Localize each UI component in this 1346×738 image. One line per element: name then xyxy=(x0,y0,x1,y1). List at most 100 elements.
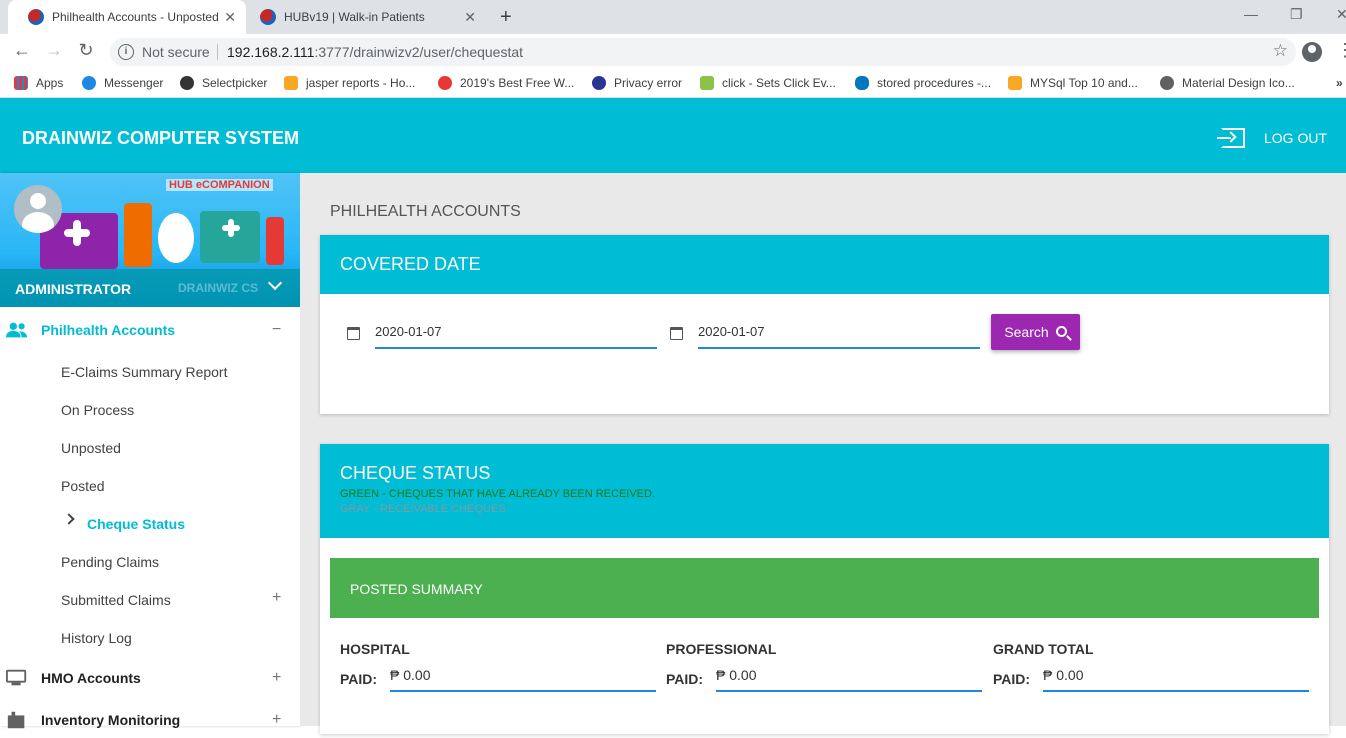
bookmark-privacy-error[interactable]: Privacy error xyxy=(592,76,682,90)
browser-tab[interactable]: HUBv19 | Walk-in Patients ✕ xyxy=(246,0,486,34)
close-icon[interactable]: ✕ xyxy=(464,9,476,26)
illustration-detail xyxy=(73,220,81,246)
messenger-icon xyxy=(82,76,96,90)
hub-favicon-icon xyxy=(260,9,276,25)
main-content: PHILHEALTH ACCOUNTS COVERED DATE Search … xyxy=(300,173,1346,734)
sidebar-item-submitted-claims[interactable]: Submitted Claims xyxy=(61,592,171,608)
calendar-icon xyxy=(347,327,360,340)
professional-paid-field[interactable]: ₱ 0.00 xyxy=(716,664,982,692)
window-close-icon[interactable]: ✕ xyxy=(1336,6,1346,23)
sidebar-item-eclaims-summary[interactable]: E-Claims Summary Report xyxy=(61,364,227,380)
logout-button[interactable]: LOG OUT xyxy=(1264,130,1327,146)
menu-group-philhealth[interactable]: Philhealth Accounts − xyxy=(0,312,300,348)
url-host: 192.168.2.111 xyxy=(227,44,315,60)
search-button[interactable]: Search xyxy=(991,314,1080,350)
bookmark-mysql[interactable]: MYSql Top 10 and... xyxy=(1008,76,1138,90)
search-button-label: Search xyxy=(1004,324,1049,340)
bookmark-messenger[interactable]: Messenger xyxy=(82,76,163,90)
browser-menu-icon[interactable]: ⋮ xyxy=(1336,40,1346,61)
calendar-icon xyxy=(670,327,683,340)
sidebar: HUB eCOMPANION ADMINISTRATOR DRAINWIZ CS… xyxy=(0,173,300,729)
hospital-paid-field[interactable]: ₱ 0.00 xyxy=(390,664,656,692)
expand-icon[interactable]: + xyxy=(272,669,281,687)
bookmark-selectpicker[interactable]: Selectpicker xyxy=(180,76,267,90)
user-banner: HUB eCOMPANION ADMINISTRATOR DRAINWIZ CS xyxy=(0,173,300,307)
logout-icon[interactable] xyxy=(1217,128,1245,148)
restore-icon[interactable]: ❐ xyxy=(1290,6,1303,23)
bookmark-click[interactable]: click - Sets Click Ev... xyxy=(700,76,836,90)
info-icon[interactable]: i xyxy=(118,44,134,60)
illustration-detail xyxy=(228,219,234,237)
expand-icon[interactable]: + xyxy=(272,589,281,607)
more-bookmarks-icon[interactable]: » xyxy=(1336,76,1343,90)
legend-gray: GRAY - RECEIVABLE CHEQUES. xyxy=(340,503,509,515)
bookmark-free-w[interactable]: 2019's Best Free W... xyxy=(438,76,574,90)
bookmark-material-icons[interactable]: Material Design Ico... xyxy=(1160,76,1295,90)
app-header: DRAINWIZ COMPUTER SYSTEM LOG OUT xyxy=(0,98,1346,173)
professional-paid-label: PAID: xyxy=(666,671,704,687)
sidebar-item-posted[interactable]: Posted xyxy=(61,478,105,494)
stackoverflow-icon xyxy=(1008,76,1022,90)
card-title: CHEQUE STATUS xyxy=(340,463,491,483)
menu-group-hmo[interactable]: HMO Accounts + xyxy=(0,660,300,696)
account-icon[interactable] xyxy=(1302,42,1322,62)
bookmark-label: Privacy error xyxy=(614,76,683,90)
syringe-illustration xyxy=(266,217,284,265)
tab-title: HUBv19 | Walk-in Patients xyxy=(284,10,425,24)
sidebar-item-unposted[interactable]: Unposted xyxy=(61,440,121,456)
grand-total-paid-value: ₱ 0.00 xyxy=(1043,667,1084,683)
github-icon xyxy=(180,76,194,90)
bookmark-jasper[interactable]: jasper reports - Ho... xyxy=(284,76,415,90)
divider xyxy=(217,44,218,60)
url-path: :3777/drainwizv2/user/chequestat xyxy=(314,44,524,60)
close-icon[interactable]: ✕ xyxy=(224,9,236,26)
menu-group-label: Philhealth Accounts xyxy=(41,322,176,338)
date-to-input[interactable] xyxy=(698,315,980,349)
legend-green: GREEN - CHEQUES THAT HAVE ALREADY BEEN R… xyxy=(340,488,656,500)
sidebar-item-on-process[interactable]: On Process xyxy=(61,402,134,418)
apps-grid-icon xyxy=(14,76,28,90)
bookmark-label: Messenger xyxy=(104,76,164,90)
user-role: ADMINISTRATOR xyxy=(15,281,132,297)
bookmark-apps[interactable]: Apps xyxy=(14,76,63,90)
forward-arrow-icon[interactable]: → xyxy=(42,40,66,61)
grand-total-paid-field[interactable]: ₱ 0.00 xyxy=(1043,664,1309,692)
address-bar[interactable]: i Not secure 192.168.2.111:3777/drainwiz… xyxy=(110,38,1296,66)
sidebar-item-history-log[interactable]: History Log xyxy=(61,630,132,646)
avatar xyxy=(14,185,62,233)
bookmark-star-icon[interactable]: ☆ xyxy=(1273,41,1288,61)
date-from-input[interactable] xyxy=(375,315,657,349)
browser-tab-strip: Philhealth Accounts - Unposted ✕ HUBv19 … xyxy=(0,0,1346,34)
posted-summary-header: POSTED SUMMARY xyxy=(330,558,1319,618)
bookmark-stored-procedures[interactable]: stored procedures -... xyxy=(855,76,991,90)
minimize-icon[interactable]: — xyxy=(1244,6,1258,22)
sidebar-item-cheque-status[interactable]: Cheque Status xyxy=(87,516,185,532)
reload-icon[interactable]: ↻ xyxy=(74,40,98,61)
professional-paid-value: ₱ 0.00 xyxy=(716,667,757,683)
search-icon xyxy=(1055,325,1067,337)
app-title: DRAINWIZ COMPUTER SYSTEM xyxy=(22,128,299,148)
page-title: PHILHEALTH ACCOUNTS xyxy=(330,203,521,220)
computer-icon xyxy=(6,669,27,686)
globe-icon xyxy=(1160,76,1174,90)
collapse-icon[interactable]: − xyxy=(272,321,281,339)
menu-group-inventory[interactable]: Inventory Monitoring + xyxy=(0,702,300,738)
cheque-status-card: CHEQUE STATUS GREEN - CHEQUES THAT HAVE … xyxy=(320,444,1329,734)
back-arrow-icon[interactable]: ← xyxy=(10,40,34,61)
posted-summary-title: POSTED SUMMARY xyxy=(350,581,483,597)
url-text[interactable]: 192.168.2.111:3777/drainwizv2/user/chequ… xyxy=(227,44,523,60)
chevron-right-icon xyxy=(63,513,75,525)
card-title: COVERED DATE xyxy=(340,254,481,274)
expand-icon[interactable]: + xyxy=(272,711,281,729)
chevron-down-icon[interactable] xyxy=(267,275,283,291)
new-tab-plus-icon[interactable]: + xyxy=(500,6,512,29)
bookmark-label: MYSql Top 10 and... xyxy=(1030,76,1138,90)
sidebar-item-pending-claims[interactable]: Pending Claims xyxy=(61,554,159,570)
database-icon xyxy=(855,76,869,90)
bookmark-label: Apps xyxy=(36,76,64,90)
globe-icon xyxy=(592,76,606,90)
user-role-bar[interactable]: ADMINISTRATOR DRAINWIZ CS xyxy=(0,269,300,307)
hospital-paid-value: ₱ 0.00 xyxy=(390,667,431,683)
browser-tab-active[interactable]: Philhealth Accounts - Unposted ✕ xyxy=(8,0,246,34)
bookmark-label: stored procedures -... xyxy=(877,76,992,90)
